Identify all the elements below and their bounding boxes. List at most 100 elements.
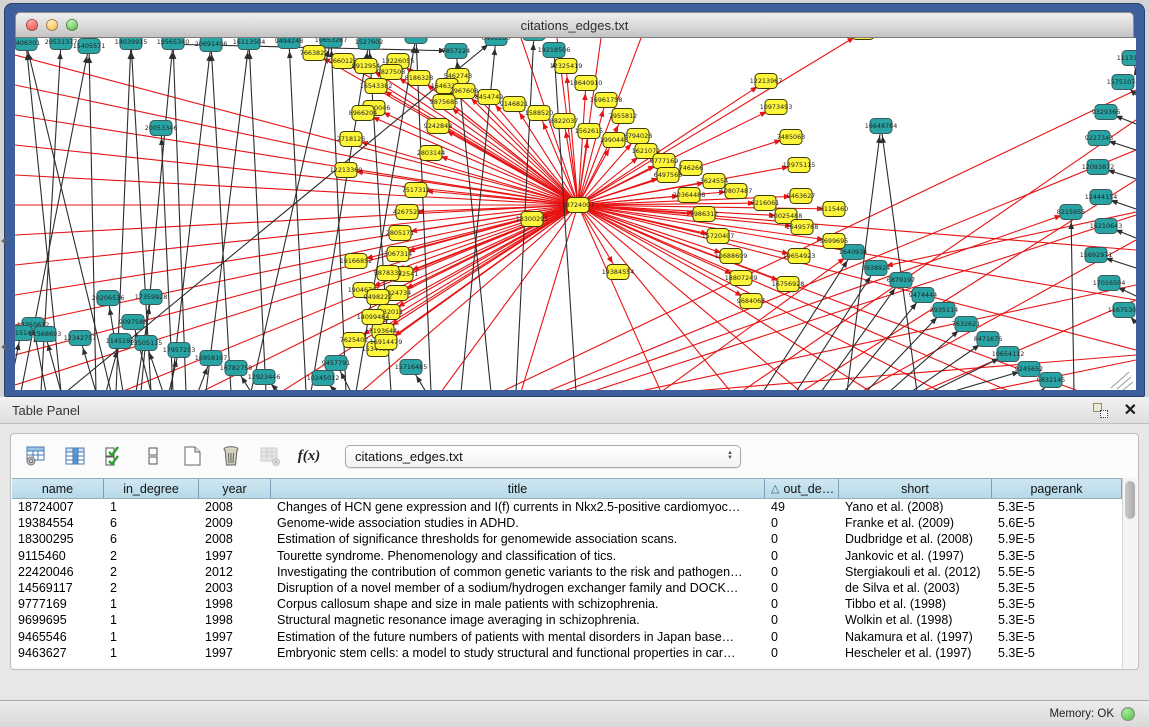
graph-node-yellow[interactable]: 9875685 (430, 95, 458, 110)
graph-node-teal[interactable]: 15751074 (1107, 75, 1136, 90)
graph-node-yellow[interactable]: 6497568 (654, 168, 682, 183)
graph-node-yellow[interactable]: 6216061 (751, 196, 779, 211)
graph-node-yellow[interactable]: 12213369 (330, 163, 363, 178)
graph-node-yellow[interactable]: 9777169 (650, 154, 678, 169)
graph-node-teal[interactable]: 9329366 (1092, 105, 1120, 120)
panel-collapse-arrow[interactable] (1, 344, 5, 350)
new-table-icon[interactable] (179, 443, 205, 469)
column-header-out-degree[interactable]: △ out_de… (765, 479, 839, 498)
column-header-short[interactable]: short (839, 479, 992, 498)
graph-node-teal[interactable]: 2935114 (930, 303, 958, 318)
graph-node-yellow[interactable]: 12213967 (750, 74, 783, 89)
table-row[interactable]: 946362711997Embryonic stem cells: a mode… (12, 645, 1122, 661)
graph-node-yellow[interactable]: 9684067 (737, 294, 765, 309)
graph-node-yellow[interactable]: 3067314 (384, 247, 412, 262)
graph-node-teal[interactable]: 9406301 (15, 38, 40, 51)
graph-node-yellow[interactable]: 7517312 (402, 183, 430, 198)
column-header-title[interactable]: title (271, 479, 765, 498)
function-builder-icon[interactable]: f(x) (296, 443, 322, 469)
graph-node-teal[interactable]: 18039915 (115, 38, 148, 50)
graph-node-teal[interactable]: 8938924 (862, 261, 890, 276)
window-titlebar[interactable]: citations_edges.txt (15, 12, 1134, 38)
graph-node-yellow[interactable]: 746266 (679, 161, 703, 176)
graph-node-teal[interactable]: 17957253 (163, 343, 196, 358)
memory-ok-indicator[interactable] (1121, 707, 1135, 721)
graph-node-teal[interactable]: 7857224 (442, 44, 470, 59)
graph-node-yellow[interactable]: 8966204 (349, 106, 377, 121)
close-panel-icon[interactable]: ✕ (1124, 403, 1137, 418)
panel-collapse-arrow[interactable] (1, 238, 5, 244)
graph-node-yellow[interactable]: 12975115 (783, 158, 816, 173)
table-row[interactable]: 1830029562008Estimation of significance … (12, 531, 1122, 547)
graph-node-yellow[interactable]: 4267521 (393, 205, 421, 220)
graph-node-teal[interactable]: 20053346 (145, 121, 178, 136)
graph-node-yellow[interactable]: 7625402 (340, 333, 368, 348)
graph-node-yellow[interactable]: 19166852 (340, 254, 373, 269)
graph-node-yellow[interactable]: 9115460 (820, 202, 848, 217)
close-button[interactable] (26, 19, 38, 31)
graph-node-teal[interactable]: 19218506 (538, 43, 571, 58)
table-row[interactable]: 1872400712008Changes of HCN gene express… (12, 499, 1122, 515)
graph-node-teal[interactable]: 12093872 (1082, 160, 1115, 175)
graph-node-teal[interactable]: 19565340 (157, 38, 190, 50)
graph-node-yellow[interactable]: 19654923 (783, 249, 816, 264)
graph-node-yellow[interactable]: 9463627 (787, 189, 815, 204)
graph-node-teal[interactable]: 8813054 (520, 38, 548, 41)
graph-node-teal[interactable]: 8215955 (1057, 205, 1085, 220)
graph-node-teal[interactable]: 11675300 (1108, 303, 1136, 318)
column-header-name[interactable]: name (12, 479, 104, 498)
graph-node-yellow[interactable]: 9242848 (424, 119, 452, 134)
table-row[interactable]: 2242004622012Investigating the contribut… (12, 564, 1122, 580)
select-rows-icon[interactable] (101, 443, 127, 469)
graph-node-teal[interactable]: 16053809 (400, 38, 433, 44)
graph-node-teal[interactable]: 8471676 (974, 332, 1002, 347)
graph-node-yellow[interactable]: 7663822 (300, 46, 328, 61)
minimize-button[interactable] (46, 19, 58, 31)
column-header-pagerank[interactable]: pagerank (992, 479, 1122, 498)
zoom-button[interactable] (66, 19, 78, 31)
graph-node-teal[interactable]: 7632621 (952, 317, 980, 332)
graph-node-teal[interactable]: 16648784 (865, 119, 898, 134)
table-row[interactable]: 977716911998Corpus callosum shape and si… (12, 596, 1122, 612)
graph-node-teal[interactable]: 9097588 (119, 315, 147, 330)
graph-node-teal[interactable]: 6879197 (887, 273, 915, 288)
graph-node-teal[interactable]: 9474444 (909, 288, 937, 303)
graph-node-teal[interactable]: 17359928 (135, 290, 168, 305)
show-columns-icon[interactable] (62, 443, 88, 469)
graph-node-yellow[interactable]: 2633074 (849, 38, 877, 40)
graph-node-teal[interactable]: 6466160 (482, 38, 510, 46)
graph-node-teal[interactable]: 9245652 (1015, 362, 1043, 377)
graph-node-yellow[interactable]: 7986312 (690, 207, 718, 222)
graph-node-teal[interactable]: 15405571 (73, 39, 106, 54)
table-selector-dropdown[interactable]: citations_edges.txt ▲▼ (345, 445, 741, 468)
graph-node-teal[interactable]: 20691406 (195, 38, 228, 52)
graph-node-yellow[interactable]: 18640910 (570, 76, 603, 91)
network-canvas[interactable]: 9406301205313771540557118039915195653402… (15, 38, 1136, 390)
graph-node-teal[interactable]: 9832145 (1037, 373, 1065, 388)
table-row[interactable]: 969969511998Structural magnetic resonanc… (12, 612, 1122, 628)
graph-node-teal[interactable]: 9457791 (322, 356, 350, 371)
graph-node-yellow[interactable]: 9699695 (820, 234, 848, 249)
graph-node-yellow[interactable]: 19384554 (602, 265, 635, 280)
graph-node-yellow[interactable]: 7485063 (777, 130, 805, 145)
delete-rows-icon[interactable] (218, 443, 244, 469)
graph-node-teal[interactable]: 12923446 (248, 370, 281, 385)
graph-node-teal[interactable]: 9227343 (1085, 131, 1113, 146)
graph-node-yellow[interactable]: 9827508 (377, 65, 405, 80)
graph-node-teal[interactable]: 9494248 (275, 38, 303, 49)
table-settings-icon[interactable] (23, 443, 49, 469)
graph-node-teal[interactable]: 1527602 (355, 38, 383, 50)
graph-node-yellow[interactable]: 6794028 (624, 129, 652, 144)
graph-node-yellow[interactable]: 7955812 (609, 109, 637, 124)
graph-node-yellow[interactable]: 5878332 (374, 266, 402, 281)
float-panel-icon[interactable] (1093, 403, 1108, 418)
graph-node-yellow[interactable]: 2803144 (417, 146, 445, 161)
column-header-in-degree[interactable]: in_degree (104, 479, 199, 498)
row-height-icon[interactable] (140, 443, 166, 469)
graph-node-teal[interactable]: 15692971 (1080, 248, 1113, 263)
graph-node-teal[interactable]: 16113504 (233, 38, 266, 50)
graph-node-teal[interactable]: 13505135 (130, 336, 163, 351)
graph-node-teal[interactable]: 12444154 (1085, 190, 1118, 205)
graph-node-yellow[interactable]: 2718126 (337, 132, 365, 147)
table-row[interactable]: 911546021997Tourette syndrome. Phenomeno… (12, 548, 1122, 564)
